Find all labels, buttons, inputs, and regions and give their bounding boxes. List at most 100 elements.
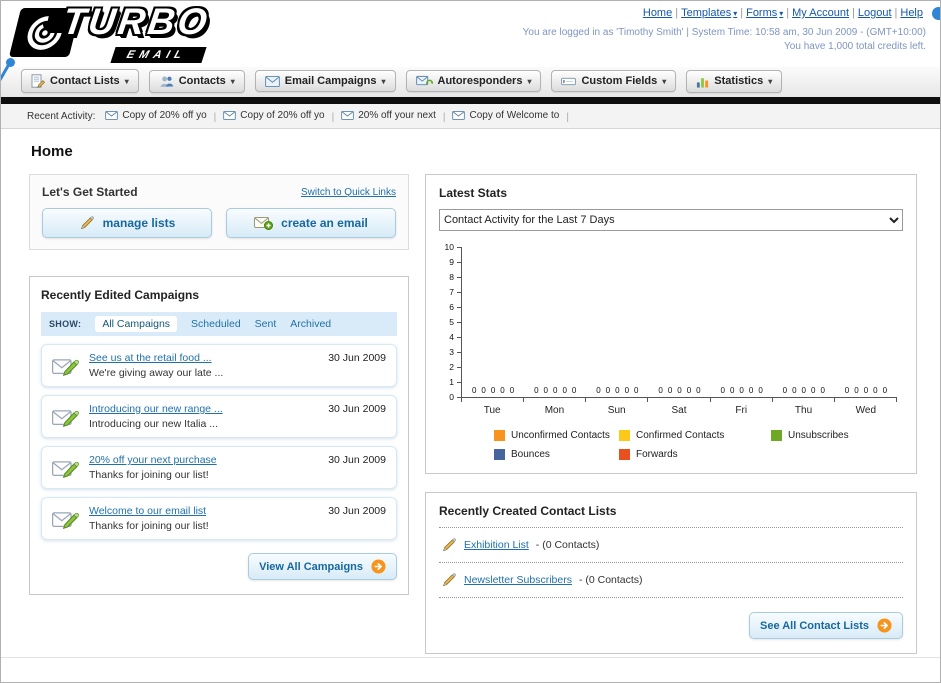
top-link-label: Forms: [746, 7, 778, 19]
contact-list-row: Exhibition List - (0 Contacts): [439, 528, 903, 563]
campaign-filter-bar: SHOW: All Campaigns Scheduled Sent Archived: [41, 312, 397, 336]
nav-tab-label: Email Campaigns: [284, 75, 377, 87]
recent-activity-item[interactable]: Copy of 20% off yo: [223, 110, 325, 121]
nav-tab-label: Statistics: [714, 75, 764, 87]
recent-activity-item[interactable]: 20% off your next: [341, 110, 436, 121]
contact-list-row: Newsletter Subscribers - (0 Contacts): [439, 563, 903, 598]
nav-tab-contact-lists[interactable]: Contact Lists ▾: [21, 69, 139, 93]
nav-tab-statistics[interactable]: Statistics ▾: [686, 69, 783, 93]
y-axis-tick-label: 10: [444, 242, 454, 252]
series-data-label: 0: [782, 386, 788, 395]
see-all-contact-lists-button[interactable]: See All Contact Lists: [748, 612, 903, 639]
chevron-down-icon: ▾: [768, 76, 773, 86]
stats-period-select[interactable]: Contact Activity for the Last 7 Days: [439, 209, 903, 231]
series-data-label: 0: [801, 386, 806, 395]
x-axis-label: Tue: [483, 405, 501, 416]
series-data-label: 0: [571, 386, 577, 395]
chevron-down-icon: ▾: [124, 76, 129, 86]
campaign-row: Introducing our new range ... Introducing…: [41, 395, 397, 438]
data-label-group: 00000: [773, 386, 835, 395]
nav-tab-autoresponders[interactable]: Autoresponders ▾: [405, 70, 542, 92]
series-data-label: 0: [667, 386, 673, 395]
recent-activity-item[interactable]: Copy of 20% off yo: [105, 110, 207, 121]
nav-tab-contacts[interactable]: Contacts ▾: [148, 69, 245, 93]
campaign-title-link[interactable]: See us at the retail food ...: [89, 352, 223, 364]
button-label: create an email: [281, 216, 368, 230]
view-all-campaigns-button[interactable]: View All Campaigns: [248, 553, 397, 580]
pencil-icon: [79, 215, 95, 231]
top-link-templates[interactable]: Templates ▾: [681, 7, 737, 19]
top-link-logout[interactable]: Logout: [858, 7, 892, 19]
series-data-label: 0: [615, 386, 620, 395]
campaign-subtitle: Thanks for joining our list!: [89, 520, 209, 532]
create-an-email-button[interactable]: create an email: [226, 208, 396, 238]
chart-canvas: 0 1 2 3 4 5 6 7 8 9 10 0 0 0 0 0 0 0 0 0 0 0 0 0 0 0 0 0 0 0 0 0 0 0 0 0 0 0 0…: [439, 242, 903, 402]
envelope-icon: [452, 110, 466, 120]
contacts-icon: [159, 75, 174, 88]
y-axis-tick-mark: [457, 382, 462, 383]
button-label: See All Contact Lists: [759, 619, 869, 632]
link-separator: |: [786, 7, 790, 19]
campaign-filter-tab-archived[interactable]: Archived: [290, 318, 331, 330]
envelope-icon: [105, 110, 119, 120]
legend-item: Forwards: [619, 449, 771, 460]
series-data-label: 0: [552, 386, 558, 395]
login-info-text: You are logged in as 'Timothy Smith' | S…: [522, 27, 926, 38]
campaign-subtitle: Thanks for joining our list!: [89, 469, 209, 481]
nav-tab-email-campaigns[interactable]: Email Campaigns ▾: [254, 70, 396, 92]
campaign-edit-icon: [52, 356, 79, 376]
manage-lists-button[interactable]: manage lists: [42, 208, 212, 238]
series-data-label: 0: [758, 386, 763, 395]
chevron-down-icon: ▾: [527, 76, 532, 86]
y-axis-tick-mark: [457, 277, 462, 278]
nav-tab-custom-fields[interactable]: Custom Fields ▾: [551, 70, 677, 92]
series-data-label: 0: [729, 386, 735, 395]
contact-list-link[interactable]: Newsletter Subscribers: [464, 574, 572, 586]
corner-decoration-dot: [932, 7, 940, 20]
item-separator: |: [213, 111, 217, 123]
x-axis-tick-cell: [773, 398, 835, 402]
data-label-group: 00000: [524, 386, 586, 395]
switch-quick-links-link[interactable]: Switch to Quick Links: [301, 187, 396, 198]
campaign-filter-tab-sent[interactable]: Sent: [255, 318, 277, 330]
y-axis-tick-label: 3: [449, 347, 454, 357]
custom-field-icon: [561, 76, 577, 87]
legend-item: Bounces: [494, 449, 619, 460]
series-data-label: 0: [882, 386, 888, 395]
campaign-filter-tabs: All Campaigns Scheduled Sent Archived: [95, 316, 331, 332]
campaign-filter-tab-scheduled[interactable]: Scheduled: [191, 318, 241, 330]
campaign-date: 30 Jun 2009: [328, 352, 386, 364]
campaign-title-link[interactable]: Welcome to our email list: [89, 505, 209, 517]
envelope-icon: [264, 75, 280, 87]
top-link-home[interactable]: Home: [643, 7, 672, 19]
activity-item-label: Copy of Welcome to: [469, 109, 560, 121]
header-right: Home | Templates ▾ | Forms ▾ | My Account | Logout…: [523, 7, 926, 52]
series-data-label: 0: [820, 386, 825, 395]
activity-item-label: 20% off your next: [358, 109, 436, 121]
nav-tab-label: Custom Fields: [581, 75, 658, 87]
recently-edited-campaigns-panel: Recently Edited Campaigns SHOW: All Camp…: [29, 276, 409, 595]
campaign-title-link[interactable]: 20% off your next purchase: [89, 454, 217, 466]
series-data-label: 0: [481, 386, 486, 395]
recent-activity-label: Recent Activity:: [27, 110, 96, 122]
contact-list-link[interactable]: Exhibition List: [464, 539, 529, 551]
series-data-label: 0: [500, 386, 505, 395]
y-axis-tick-mark: [457, 247, 462, 248]
top-link-help[interactable]: Help: [900, 7, 923, 19]
x-axis-labels: Tue Mon Sun Sat Fri Thu Wed: [461, 405, 897, 416]
legend-swatch: [494, 449, 505, 460]
top-link-my-account[interactable]: My Account: [792, 7, 849, 19]
link-separator: |: [740, 7, 744, 19]
campaign-text: Welcome to our email list Thanks for join…: [89, 505, 209, 532]
campaign-filter-tab-all-campaigns[interactable]: All Campaigns: [95, 316, 178, 332]
recent-activity-item[interactable]: Copy of Welcome to: [452, 110, 559, 121]
campaign-date: 30 Jun 2009: [328, 505, 386, 517]
campaign-title-link[interactable]: Introducing our new range ...: [89, 403, 223, 415]
campaign-row: Welcome to our email list Thanks for join…: [41, 497, 397, 540]
series-data-label: 0: [748, 386, 754, 395]
top-link-forms[interactable]: Forms ▾: [746, 7, 783, 19]
item-separator: |: [442, 111, 446, 123]
legend-item: Unsubscribes: [771, 430, 903, 441]
main-content: Home Let's Get Started Switch to Quick L…: [1, 129, 940, 654]
stats-panel-title: Latest Stats: [439, 186, 508, 200]
